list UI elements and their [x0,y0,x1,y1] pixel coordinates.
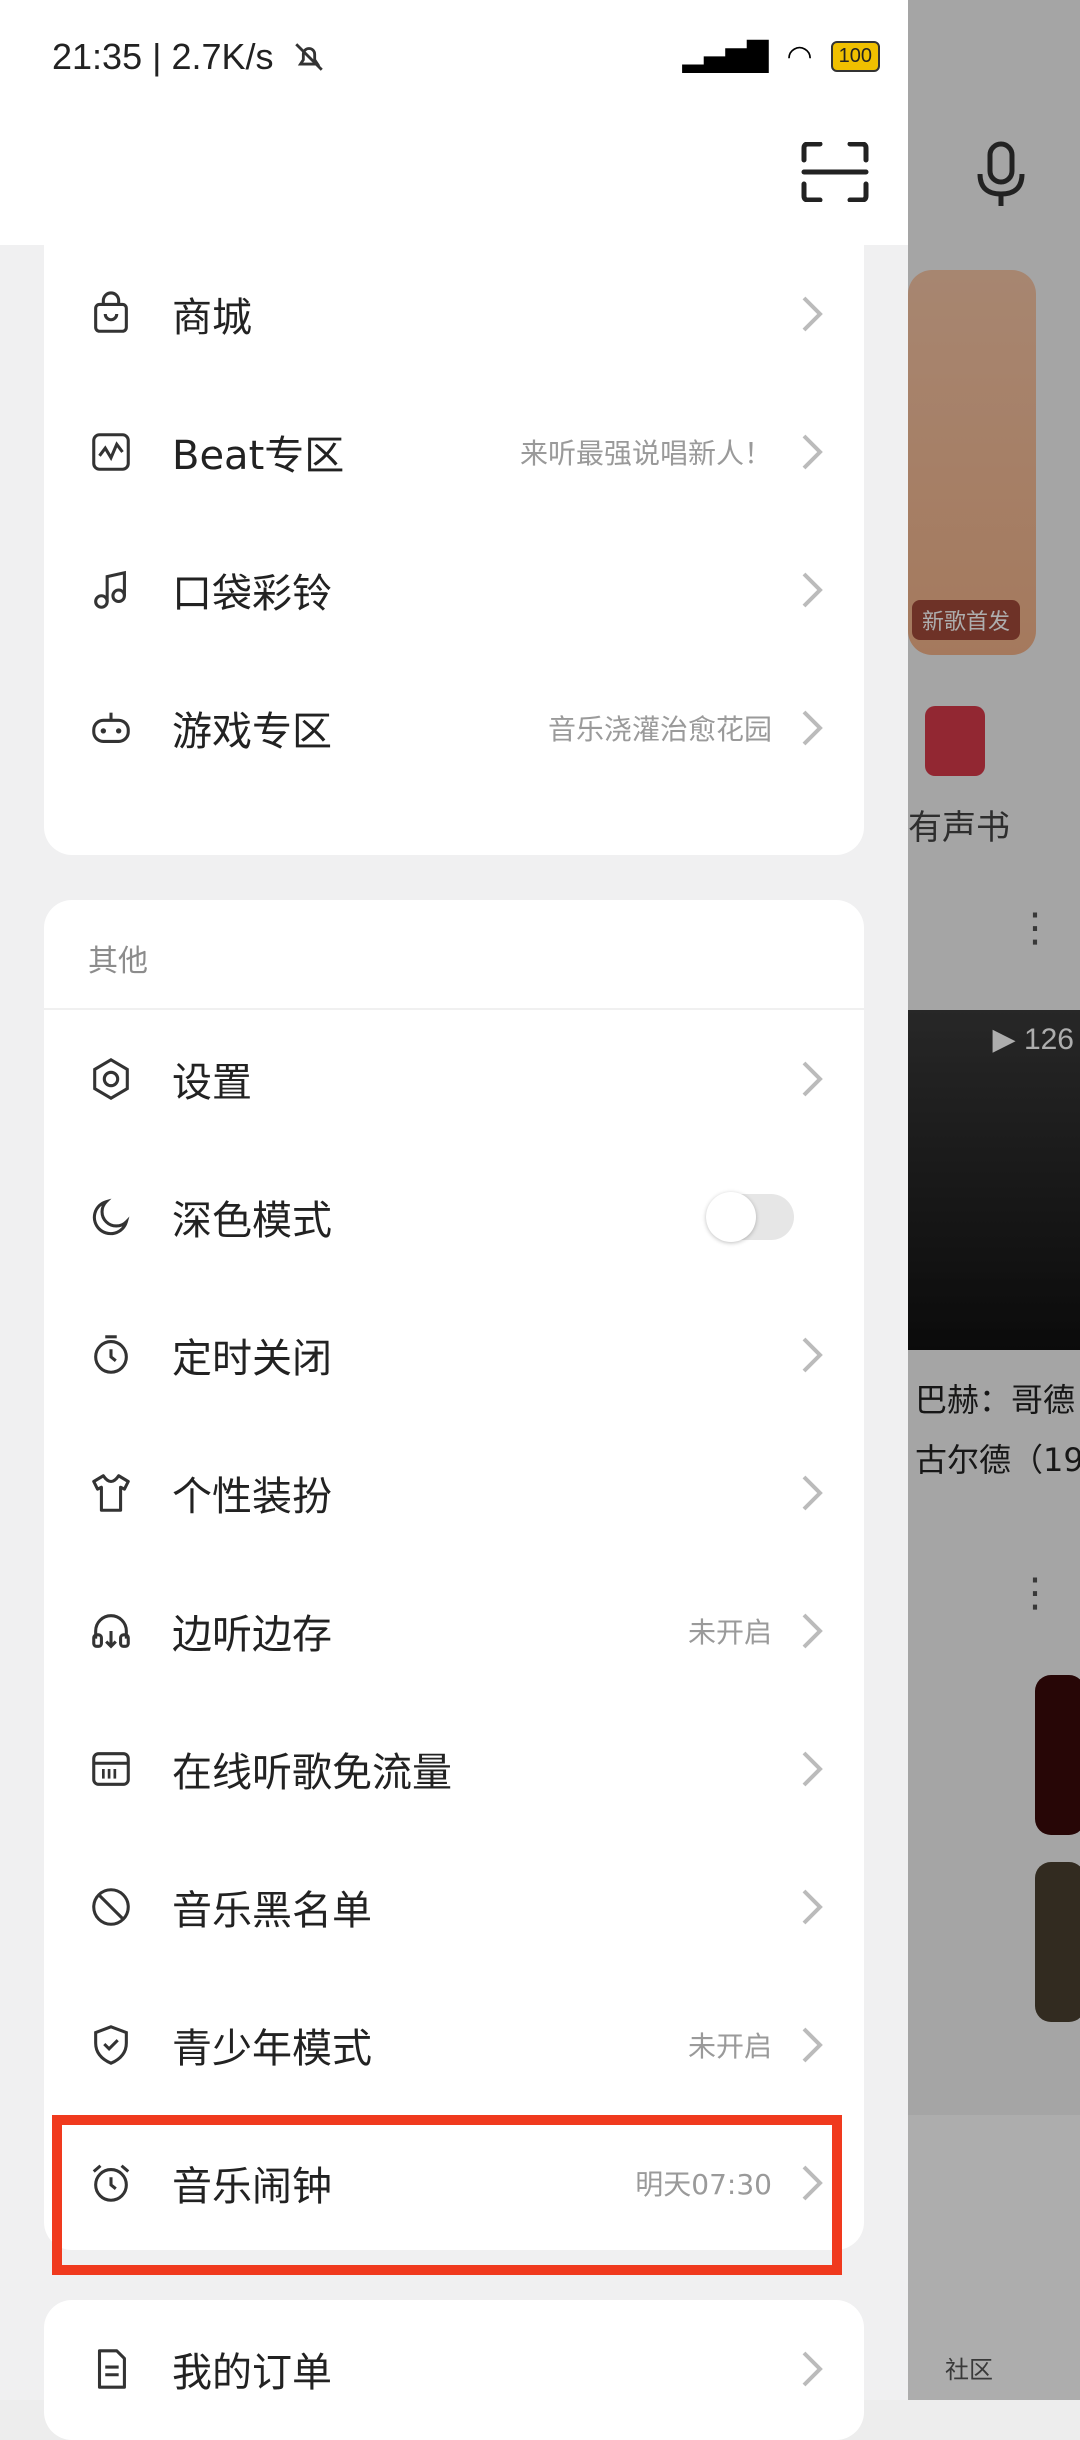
chevron-right-icon [802,710,823,746]
moon-icon [92,1198,130,1236]
gamepad-icon [92,712,130,743]
chevron-right-icon [802,2351,823,2387]
settings-icon [93,1058,129,1100]
chevron-right-icon [802,1889,823,1925]
menu-item-orders[interactable]: 我的订单 [44,2300,864,2438]
menu-item-label: 我的订单 [172,2350,332,2396]
voice-search-icon[interactable] [972,140,1032,210]
chevron-right-icon [802,1061,823,1097]
menu-item-label: 商城 [172,295,252,341]
document-icon [97,2349,126,2389]
highlight-box [52,2115,842,2275]
menu-item-label: 设置 [172,1060,252,1106]
menu-item-blacklist[interactable]: 音乐黑名单 [44,1838,864,1976]
shopping-bag-icon [94,291,128,333]
scan-icon[interactable] [800,141,870,203]
services-card: 商城 Beat专区 来听最强说唱新人！ 口袋彩铃 游戏专区 音乐浇灌治愈花园 [44,245,864,855]
battery-icon: 100 [830,40,880,72]
block-icon [92,1888,130,1926]
bell-muted-icon [292,40,326,74]
status-time-speed: 21:35 | 2.7K/s [52,36,274,77]
chevron-right-icon [802,1475,823,1511]
menu-item-teen-mode[interactable]: 青少年模式 未开启 [44,1976,864,2114]
menu-item-label: 边听边存 [172,1612,332,1658]
sim-card-icon [92,1752,130,1786]
menu-item-hint: 未开启 [687,1616,772,1649]
chevron-right-icon [802,572,823,608]
chevron-right-icon [802,1613,823,1649]
tshirt-icon [92,1474,130,1512]
menu-item-games[interactable]: 游戏专区 音乐浇灌治愈花园 [44,659,864,797]
chevron-right-icon [802,434,823,470]
menu-item-label: 定时关闭 [172,1336,332,1382]
menu-item-label: 个性装扮 [172,1474,332,1520]
menu-item-mall[interactable]: 商城 [44,245,864,383]
section-title: 其他 [88,944,148,979]
drawer-header: 21:35 | 2.7K/s ▂▄▆█ ◠ 100 [0,0,908,245]
menu-item-label: 深色模式 [172,1198,332,1244]
wifi-icon: ◠ [786,38,813,74]
chevron-right-icon [802,1751,823,1787]
shield-check-icon [94,2025,128,2065]
dark-mode-toggle[interactable] [706,1192,794,1242]
menu-item-hint: 来听最强说唱新人！ [519,437,772,470]
others-card: 其他 设置 深色模式 定时关闭 个性装扮 边听边存 未开启 在线听歌免流量 音乐… [44,900,864,2250]
menu-item-sleep-timer[interactable]: 定时关闭 [44,1286,864,1424]
toggle-knob [706,1192,756,1242]
menu-item-label: 口袋彩铃 [172,571,332,617]
orders-card: 我的订单 [44,2300,864,2440]
beat-icon [92,433,130,471]
menu-item-label: 音乐黑名单 [172,1888,372,1934]
menu-item-dark-mode[interactable]: 深色模式 [44,1148,864,1286]
menu-item-free-data[interactable]: 在线听歌免流量 [44,1700,864,1838]
menu-item-label: 游戏专区 [172,709,332,755]
menu-item-themes[interactable]: 个性装扮 [44,1424,864,1562]
timer-icon [94,1335,128,1374]
menu-item-listen-save[interactable]: 边听边存 未开启 [44,1562,864,1700]
menu-item-label: Beat专区 [172,433,345,479]
menu-item-hint: 音乐浇灌治愈花园 [547,713,772,746]
chevron-right-icon [802,2027,823,2063]
menu-item-label: 在线听歌免流量 [172,1750,452,1796]
music-note-icon [94,570,126,609]
drawer-scrim[interactable] [908,0,1080,2400]
menu-item-hint: 未开启 [687,2030,772,2063]
menu-item-label: 青少年模式 [172,2026,372,2072]
menu-item-settings[interactable]: 设置 [44,1010,864,1148]
menu-item-beat[interactable]: Beat专区 来听最强说唱新人！ [44,383,864,521]
status-icons: ▂▄▆█ ◠ 100 [682,36,880,76]
chevron-right-icon [802,1337,823,1373]
headphones-download-icon [92,1614,130,1649]
chevron-right-icon [802,296,823,332]
menu-item-ringtone[interactable]: 口袋彩铃 [44,521,864,659]
signal-icon: ▂▄▆█ [682,39,769,73]
